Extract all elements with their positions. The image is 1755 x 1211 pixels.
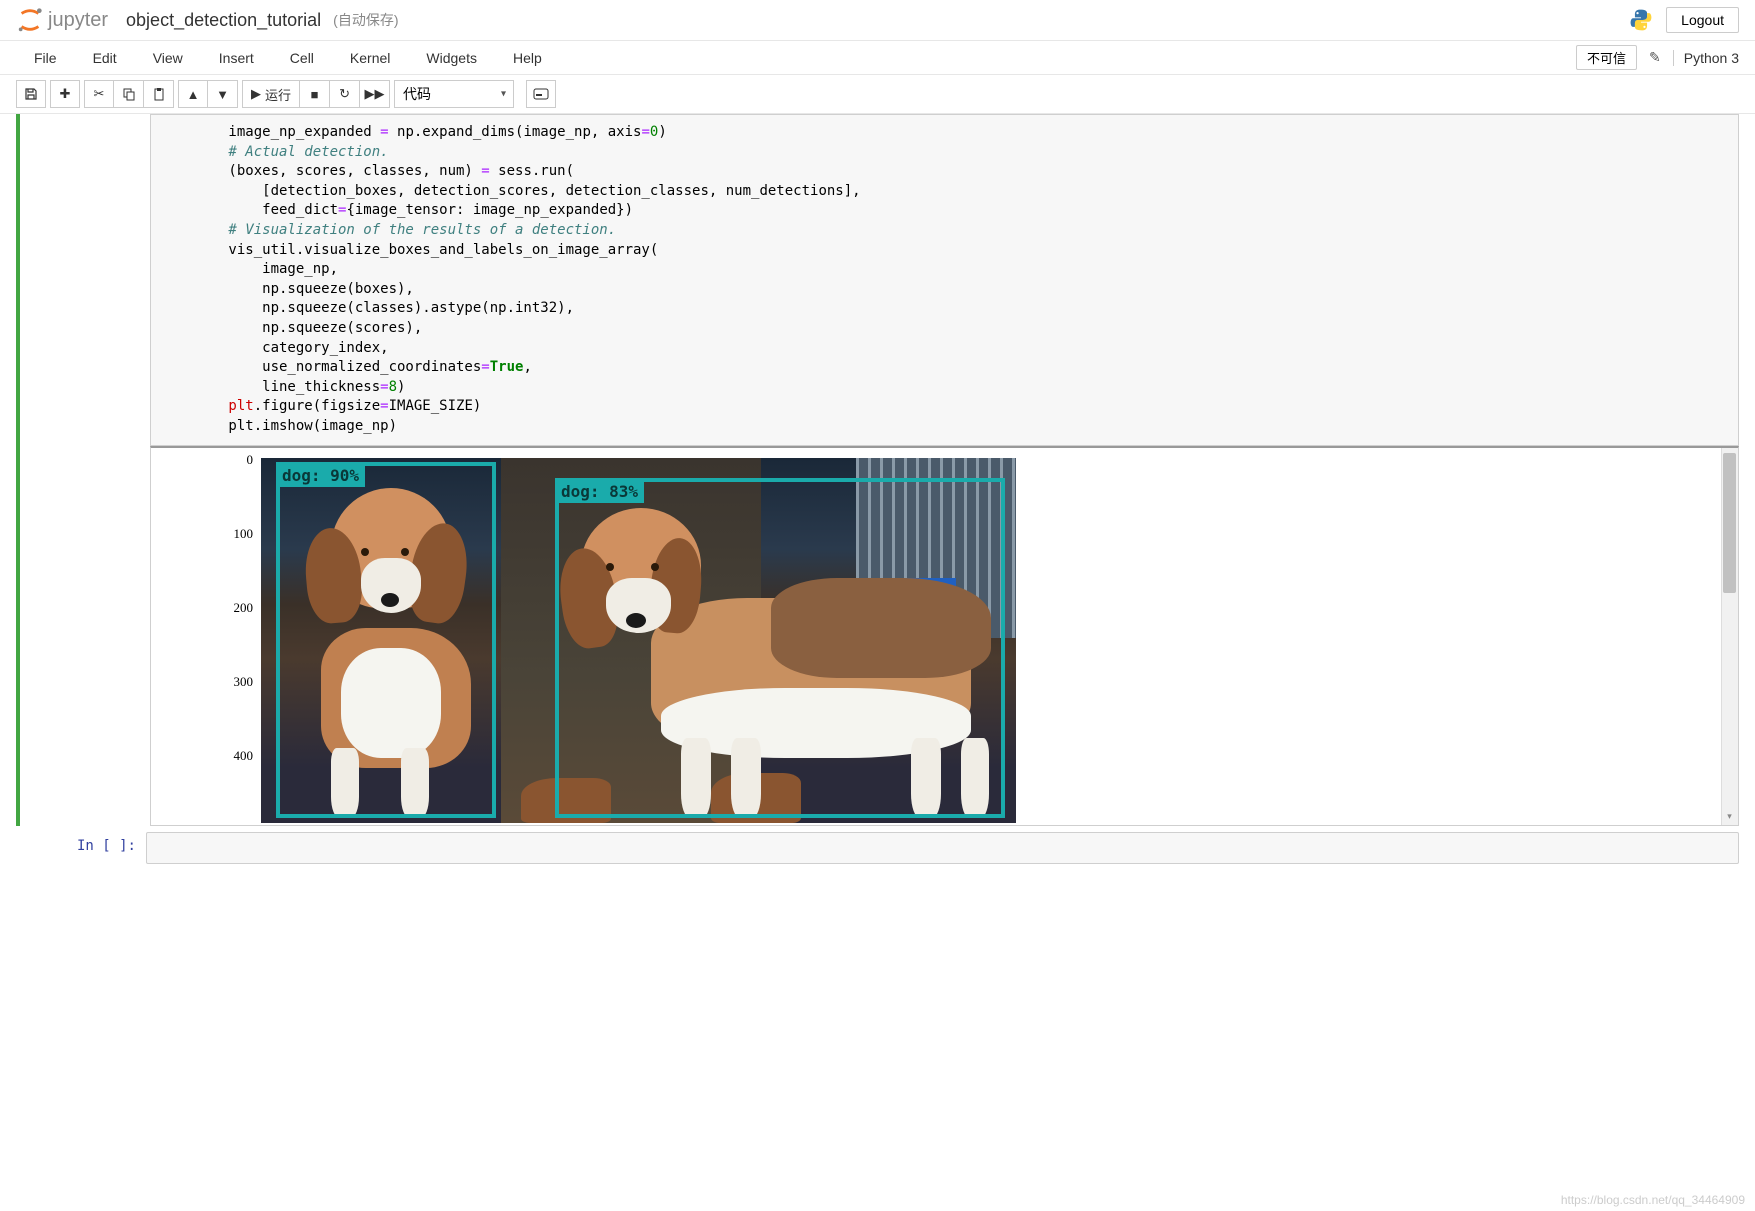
- detection-box-2: dog: 83%: [555, 478, 1005, 818]
- menu-view[interactable]: View: [135, 42, 201, 74]
- menu-cell[interactable]: Cell: [272, 42, 332, 74]
- code-cell[interactable]: image_np_expanded = np.expand_dims(image…: [16, 114, 1739, 826]
- detection-label-2: dog: 83%: [555, 480, 644, 503]
- plot-output: 0 100 200 300 400: [261, 458, 1728, 823]
- jupyter-logo[interactable]: jupyter: [16, 6, 108, 34]
- add-cell-button[interactable]: ✚: [50, 80, 80, 108]
- command-palette-button[interactable]: [526, 80, 556, 108]
- header: jupyter object_detection_tutorial (自动保存)…: [0, 0, 1755, 41]
- empty-code-editor[interactable]: [146, 832, 1739, 864]
- cell-prompt: [20, 114, 150, 826]
- detection-label-1: dog: 90%: [276, 464, 365, 487]
- trust-badge[interactable]: 不可信: [1576, 45, 1637, 70]
- notebook-name[interactable]: object_detection_tutorial: [126, 10, 321, 31]
- watermark: https://blog.csdn.net/qq_34464909: [1561, 1193, 1745, 1207]
- scrollbar-thumb[interactable]: [1723, 453, 1736, 593]
- detection-box-1: dog: 90%: [276, 462, 496, 818]
- interrupt-button[interactable]: ■: [300, 80, 330, 108]
- menu-insert[interactable]: Insert: [201, 42, 272, 74]
- menubar: File Edit View Insert Cell Kernel Widget…: [0, 41, 1755, 75]
- jupyter-icon: [16, 6, 44, 34]
- logo-text: jupyter: [48, 9, 108, 32]
- logout-button[interactable]: Logout: [1666, 7, 1739, 33]
- empty-code-cell[interactable]: In [ ]:: [16, 832, 1739, 864]
- restart-button[interactable]: ↻: [330, 80, 360, 108]
- move-up-button[interactable]: ▲: [178, 80, 208, 108]
- copy-button[interactable]: [114, 80, 144, 108]
- notebook-container: image_np_expanded = np.expand_dims(image…: [0, 114, 1755, 890]
- output-area: 0 100 200 300 400: [150, 446, 1739, 826]
- menu-file[interactable]: File: [16, 42, 75, 74]
- paste-button[interactable]: [144, 80, 174, 108]
- save-button[interactable]: [16, 80, 46, 108]
- output-scrollbar[interactable]: ▴ ▾: [1721, 448, 1738, 825]
- code-editor[interactable]: image_np_expanded = np.expand_dims(image…: [150, 114, 1739, 446]
- menu-widgets[interactable]: Widgets: [408, 42, 495, 74]
- menu-edit[interactable]: Edit: [75, 42, 135, 74]
- move-down-button[interactable]: ▼: [208, 80, 238, 108]
- restart-run-all-button[interactable]: ▶▶: [360, 80, 390, 108]
- celltype-select[interactable]: 代码: [394, 80, 514, 108]
- scroll-down-icon[interactable]: ▾: [1721, 808, 1738, 825]
- edit-icon[interactable]: ✎: [1649, 49, 1661, 66]
- cut-button[interactable]: ✂: [84, 80, 114, 108]
- menu-help[interactable]: Help: [495, 42, 560, 74]
- run-button[interactable]: ▶运行: [242, 80, 300, 108]
- detection-image: dog: 90% dog: 83%: [261, 458, 1016, 823]
- autosave-status: (自动保存): [333, 10, 398, 30]
- python-icon: [1628, 7, 1654, 33]
- cell-prompt-empty: In [ ]:: [16, 832, 146, 864]
- toolbar: ✚ ✂ ▲ ▼ ▶运行 ■ ↻ ▶▶ 代码: [0, 75, 1755, 114]
- kernel-name: Python 3: [1673, 50, 1739, 66]
- menu-kernel[interactable]: Kernel: [332, 42, 408, 74]
